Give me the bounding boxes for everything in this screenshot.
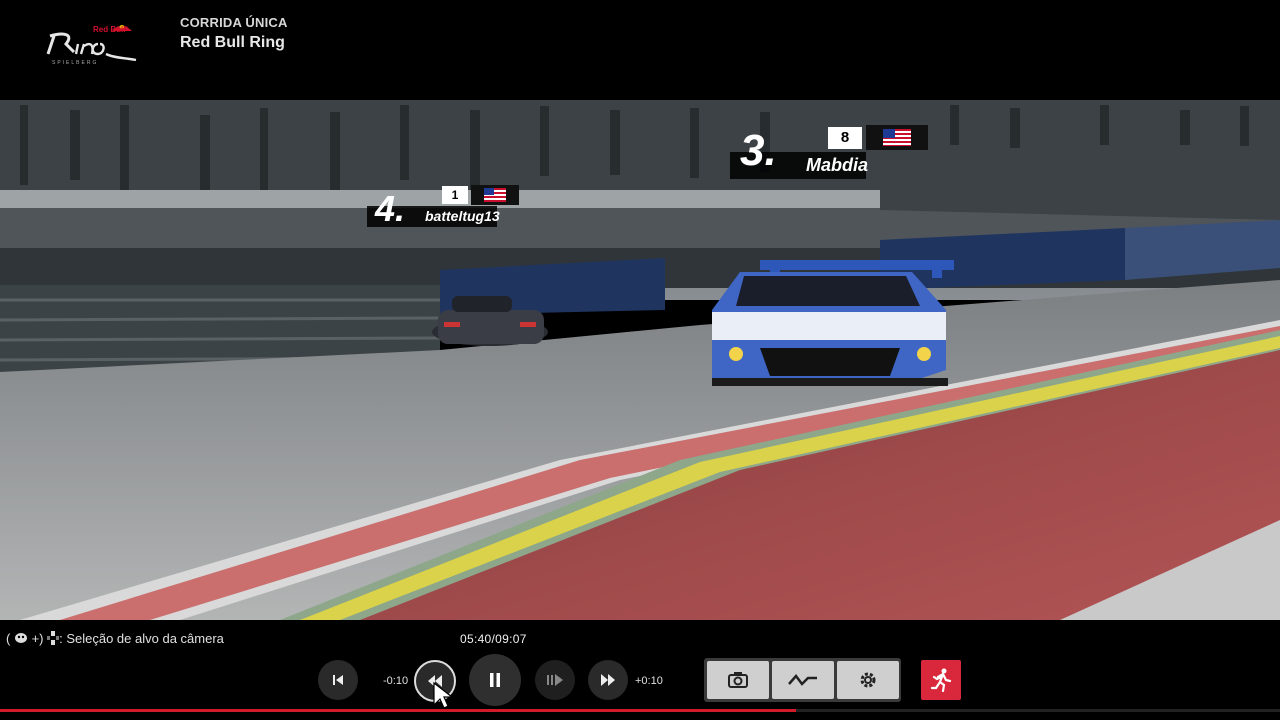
replay-timestamp: 05:40/09:07 — [460, 632, 527, 646]
track-scene — [0, 100, 1280, 620]
forward-amount: +0:10 — [635, 675, 663, 687]
exit-button[interactable] — [921, 660, 961, 700]
dpad-icon — [47, 631, 60, 648]
replay-progress-fill — [0, 709, 797, 712]
frame-step-icon — [547, 674, 563, 686]
us-flag-icon — [883, 129, 911, 146]
event-type-label: CORRIDA ÚNICA — [180, 15, 288, 30]
settings-button[interactable] — [837, 661, 899, 699]
photo-mode-button[interactable] — [707, 661, 769, 699]
svg-text:SPIELBERG: SPIELBERG — [52, 60, 98, 66]
exit-runner-icon — [930, 668, 952, 692]
player-car — [712, 260, 954, 386]
frame-step-button[interactable] — [535, 660, 575, 700]
telemetry-button[interactable] — [772, 661, 834, 699]
us-flag-icon — [484, 188, 506, 202]
track-name: Red Bull Ring — [180, 34, 285, 51]
car-number: 8 — [828, 127, 862, 149]
fast-forward-button[interactable] — [588, 660, 628, 700]
replay-controls: ( +) : Seleção de alvo da câmera 05:40/0… — [0, 620, 1280, 720]
camera-icon — [728, 672, 748, 688]
camera-target-hint: ( +) : Seleção de alvo da câmera — [6, 631, 224, 648]
fast-forward-icon — [601, 674, 615, 686]
skip-to-start-button[interactable] — [318, 660, 358, 700]
mouse-cursor-icon — [433, 681, 454, 709]
replay-progress-bar[interactable] — [0, 709, 1280, 712]
left-stick-icon: ( — [6, 631, 14, 646]
pause-icon — [490, 673, 500, 687]
controller-face-icon — [14, 632, 28, 647]
red-bull-ring-logo: Red Bull SPIELBERG — [46, 24, 137, 66]
driver-position: 4. — [375, 188, 406, 229]
telemetry-icon — [788, 674, 817, 686]
header-bar: Red Bull SPIELBERG CORRIDA ÚNICA Red Bul… — [0, 0, 1280, 100]
svg-text:Red Bull: Red Bull — [93, 25, 125, 34]
car-number: 1 — [442, 186, 468, 204]
skip-to-start-icon — [333, 675, 343, 685]
hint-label: Seleção de alvo da câmera — [66, 631, 224, 646]
driver-position: 3. — [740, 126, 777, 175]
driver-name: batteltug13 — [425, 208, 500, 224]
driver-name: Mabdia — [806, 155, 869, 175]
race-replay-view: 3. Mabdia 8 4. batteltug13 1 — [0, 100, 1280, 620]
gear-icon — [860, 672, 876, 688]
rewind-amount: -0:10 — [383, 675, 409, 687]
pause-button[interactable] — [469, 654, 521, 706]
